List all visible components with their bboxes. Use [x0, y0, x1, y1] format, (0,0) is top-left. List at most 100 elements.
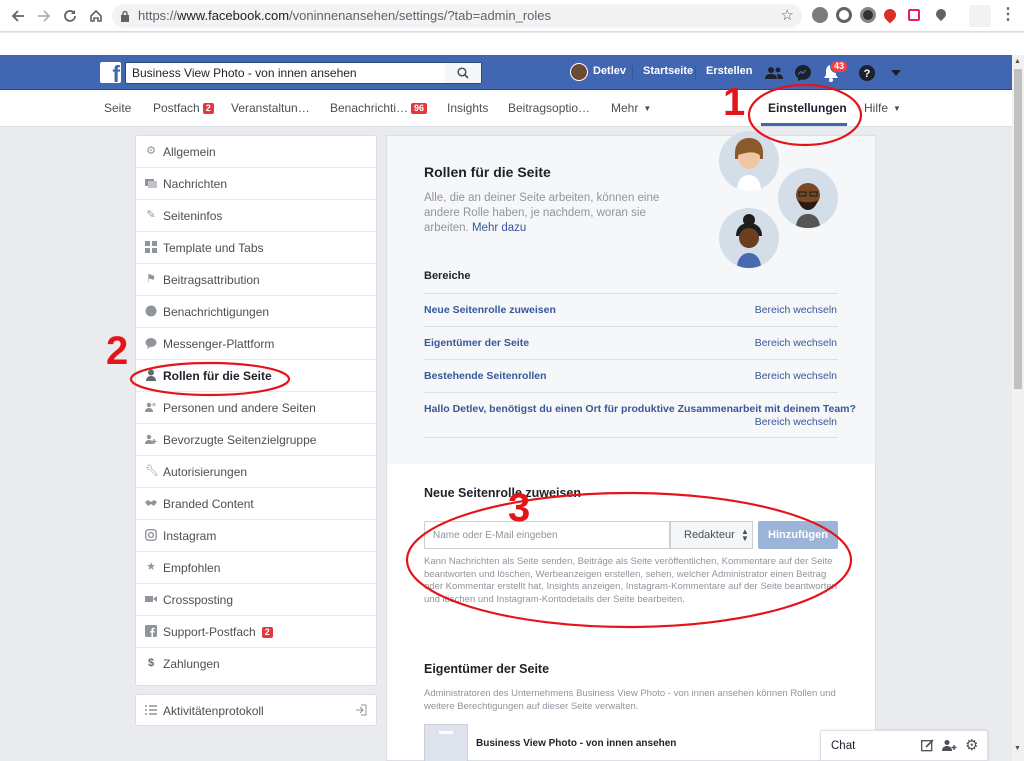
- sidebar-item-zahlungen[interactable]: $ Zahlungen: [136, 648, 376, 680]
- forward-icon[interactable]: [30, 0, 58, 32]
- account-menu-chevron-icon[interactable]: [886, 63, 906, 83]
- extension-pin-icon[interactable]: [881, 6, 899, 24]
- sidebar-item-support-postfach[interactable]: Support-Postfach 2: [136, 616, 376, 648]
- support-count-badge: 2: [261, 627, 273, 638]
- more-info-link[interactable]: Mehr dazu: [472, 222, 526, 234]
- sidebar-item-zielgruppe[interactable]: Bevorzugte Seitenzielgruppe: [136, 424, 376, 456]
- name-email-input[interactable]: Name oder E-Mail eingeben: [424, 521, 670, 549]
- gear-icon: ⚙: [146, 145, 156, 157]
- scroll-down-icon[interactable]: ▼: [1014, 745, 1021, 752]
- compose-icon[interactable]: [921, 739, 934, 752]
- switch-section-link[interactable]: Bereich wechseln: [755, 370, 837, 382]
- tab-veranstaltungen[interactable]: Veranstaltun…: [231, 101, 310, 115]
- divider: [424, 392, 838, 393]
- tab-postfach[interactable]: Postfach 2: [153, 101, 214, 115]
- sidebar-item-allgemein[interactable]: ⚙ Allgemein: [136, 136, 376, 168]
- section-link-assign[interactable]: Neue Seitenrolle zuweisen: [424, 304, 556, 316]
- tab-einstellungen[interactable]: Einstellungen: [768, 101, 847, 115]
- page-tab-bar: Seite Postfach 2 Veranstaltun… Benachrich…: [0, 90, 1012, 127]
- pencil-icon: ✎: [146, 209, 156, 221]
- extension-sync-icon[interactable]: [836, 7, 852, 23]
- facebook-logo-icon[interactable]: f: [100, 62, 121, 83]
- page-top-strip: [0, 33, 1024, 55]
- sidebar-item-benachrichtigungen[interactable]: Benachrichtigungen: [136, 296, 376, 328]
- messages-icon: [145, 177, 157, 189]
- profile-avatar[interactable]: [969, 5, 991, 27]
- bookmark-star-icon[interactable]: ☆: [781, 6, 794, 24]
- avatar[interactable]: [570, 63, 588, 81]
- chat-bubble-icon: [145, 337, 157, 349]
- home-icon[interactable]: [82, 0, 110, 32]
- business-name[interactable]: Business View Photo - von innen ansehen: [476, 738, 676, 749]
- profile-link[interactable]: Detlev: [593, 65, 626, 77]
- facebook-top-bar: f Business View Photo - von innen ansehe…: [0, 55, 1012, 90]
- search-input[interactable]: Business View Photo - von innen ansehen: [132, 66, 357, 80]
- scrollbar-thumb[interactable]: [1014, 69, 1022, 389]
- sidebar-item-crossposting[interactable]: Crossposting: [136, 584, 376, 616]
- tab-mehr[interactable]: Mehr ▼: [611, 101, 651, 115]
- help-icon[interactable]: ?: [857, 63, 877, 83]
- roles-overview-section: Rollen für die Seite Alle, die an deiner…: [387, 131, 875, 464]
- list-icon: [145, 704, 157, 716]
- address-bar[interactable]: https://www.facebook.com/voninnenansehen…: [112, 4, 802, 28]
- activity-log-link[interactable]: Aktivitätenprotokoll: [135, 694, 377, 726]
- sidebar-item-nachrichten[interactable]: Nachrichten: [136, 168, 376, 200]
- divider: [424, 359, 838, 360]
- tab-hilfe[interactable]: Hilfe ▼: [864, 101, 901, 115]
- extension-location-icon[interactable]: [933, 6, 949, 22]
- tab-benachrichtigungen[interactable]: Benachrichti… 96: [330, 101, 428, 115]
- annotation-number-3: 3: [508, 486, 531, 530]
- sidebar-item-empfohlen[interactable]: ★ Empfohlen: [136, 552, 376, 584]
- sidebar-item-rollen[interactable]: Rollen für die Seite: [136, 360, 376, 392]
- sidebar-item-personen[interactable]: Personen und andere Seiten: [136, 392, 376, 424]
- tab-seite[interactable]: Seite: [104, 101, 131, 115]
- sidebar-item-branded-content[interactable]: Branded Content: [136, 488, 376, 520]
- scroll-up-icon[interactable]: ▲: [1014, 58, 1021, 65]
- role-select[interactable]: Redakteur ▲ ▼: [670, 521, 753, 549]
- chat-bar[interactable]: Chat ⚙: [820, 730, 988, 761]
- home-link[interactable]: Startseite: [643, 65, 693, 77]
- switch-section-link[interactable]: Bereich wechseln: [755, 304, 837, 316]
- gear-icon[interactable]: ⚙: [965, 738, 978, 753]
- sidebar-item-autorisierungen[interactable]: 🔧︎ Autorisierungen: [136, 456, 376, 488]
- more-vertical-icon[interactable]: ⋮: [1000, 4, 1016, 24]
- messenger-icon[interactable]: [793, 63, 813, 83]
- tab-beitragsoptionen[interactable]: Beitragsoptio…: [508, 101, 590, 115]
- create-group-icon[interactable]: [942, 739, 957, 752]
- section-link-owner[interactable]: Eigentümer der Seite: [424, 337, 529, 349]
- audience-icon: [145, 433, 157, 445]
- notification-count-badge: 43: [830, 60, 849, 73]
- flag-icon: ⚑: [146, 273, 156, 285]
- sidebar-item-template[interactable]: Template und Tabs: [136, 232, 376, 264]
- annotation-number-1: 1: [723, 80, 746, 124]
- owner-description: Administratoren des Unternehmens Busines…: [424, 688, 836, 712]
- handshake-icon: [145, 497, 157, 509]
- sidebar-item-messenger-plattform[interactable]: Messenger-Plattform: [136, 328, 376, 360]
- create-link[interactable]: Erstellen: [706, 65, 752, 77]
- star-icon: ★: [146, 561, 156, 573]
- friend-requests-icon[interactable]: [764, 63, 784, 83]
- extension-cloud-icon[interactable]: [812, 7, 828, 23]
- illustration-person-3: [719, 208, 779, 268]
- tab-insights[interactable]: Insights: [447, 101, 488, 115]
- sidebar-item-beitragsattribution[interactable]: ⚑ Beitragsattribution: [136, 264, 376, 296]
- switch-section-link[interactable]: Bereich wechseln: [755, 416, 837, 428]
- url-text: https://www.facebook.com/voninnenansehen…: [138, 8, 552, 23]
- sidebar-item-instagram[interactable]: Instagram: [136, 520, 376, 552]
- team-prompt-link[interactable]: Hallo Detlev, benötigst du einen Ort für…: [424, 403, 856, 415]
- wrench-icon: 🔧︎: [145, 465, 159, 477]
- back-icon[interactable]: [4, 0, 32, 32]
- page-scrollbar[interactable]: ▲ ▼: [1012, 55, 1024, 761]
- switch-section-link[interactable]: Bereich wechseln: [755, 337, 837, 349]
- section-link-existing[interactable]: Bestehende Seitenrollen: [424, 370, 547, 382]
- search-icon[interactable]: [445, 63, 481, 83]
- sections-heading: Bereiche: [424, 270, 471, 282]
- search-box[interactable]: Business View Photo - von innen ansehen: [125, 62, 482, 84]
- add-role-button[interactable]: Hinzufügen: [758, 521, 838, 549]
- active-tab-indicator: [761, 123, 847, 126]
- extension-square-icon[interactable]: [908, 9, 920, 21]
- illustration-person-1: [719, 131, 779, 191]
- reload-icon[interactable]: [56, 0, 84, 32]
- sidebar-item-seiteninfos[interactable]: ✎ Seiteninfos: [136, 200, 376, 232]
- extension-circle-icon[interactable]: [860, 7, 876, 23]
